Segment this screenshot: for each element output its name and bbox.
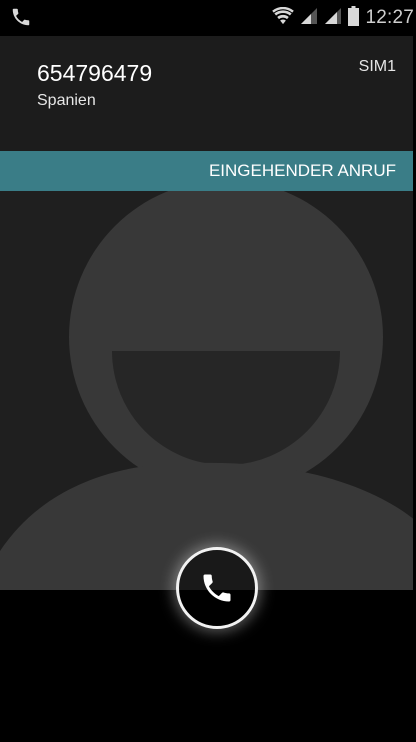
- contact-photo: [0, 191, 416, 591]
- phone-icon: [10, 6, 32, 28]
- status-time: 12:27: [365, 7, 414, 28]
- caller-info-header: 654796479 Spanien SIM1: [0, 36, 416, 151]
- signal-sim1-icon: [300, 7, 318, 30]
- status-icons: 12:27: [272, 0, 416, 36]
- status-bar: 12:27: [0, 0, 416, 36]
- phone-icon: [203, 574, 231, 602]
- caller-location: Spanien: [37, 92, 96, 109]
- signal-sim2-icon: [324, 7, 342, 30]
- sim-label: SIM1: [358, 58, 396, 75]
- default-contact-avatar-icon: [0, 191, 416, 591]
- call-state-label: EINGEHENDER ANRUF: [208, 161, 396, 180]
- call-state-banner: EINGEHENDER ANRUF: [0, 151, 416, 191]
- caller-number: 654796479: [37, 60, 153, 86]
- answer-call-button[interactable]: [176, 547, 258, 629]
- battery-icon: [348, 5, 360, 31]
- incoming-call-screen: 12:27 654796479 Spanien SIM1 EINGEHENDER…: [0, 0, 416, 742]
- wifi-icon: [272, 6, 295, 30]
